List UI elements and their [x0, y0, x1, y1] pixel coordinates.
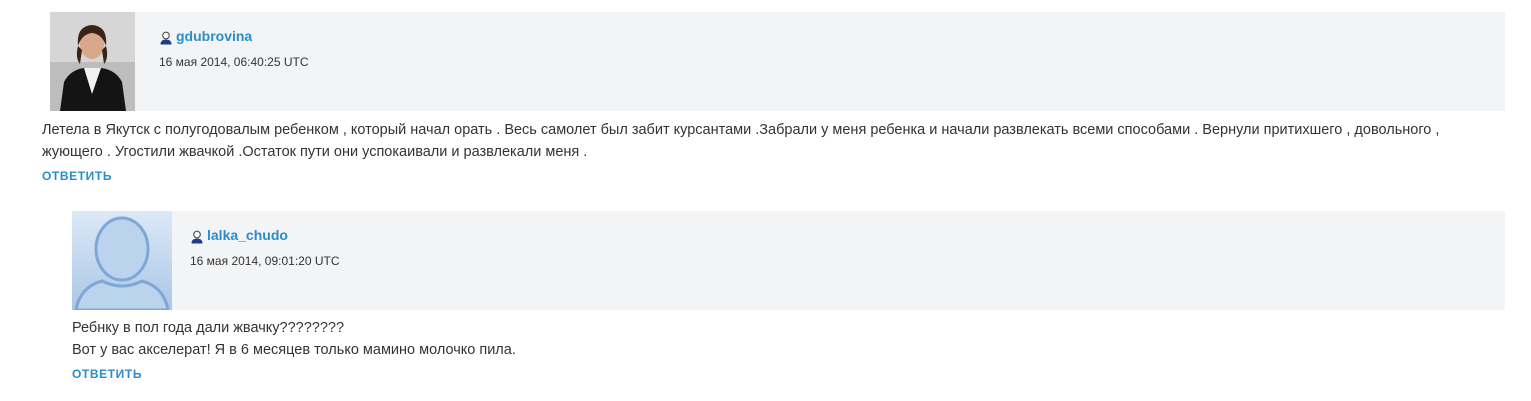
comment: gdubrovina 16 мая 2014, 06:40:25 UTC Лет… [42, 12, 1505, 185]
reply-button[interactable]: ОТВЕТИТЬ [42, 169, 112, 183]
comment-header: lalka_chudo 16 мая 2014, 09:01:20 UTC [72, 211, 1505, 310]
comment-meta: lalka_chudo 16 мая 2014, 09:01:20 UTC [190, 226, 340, 268]
username-link[interactable]: gdubrovina [176, 28, 252, 44]
comment-text-line: Ребнку в пол года дали жвачку???????? [72, 320, 345, 336]
comment-reply: lalka_chudo 16 мая 2014, 09:01:20 UTC Ре… [72, 211, 1505, 383]
user-row: gdubrovina [159, 27, 309, 45]
timestamp: 16 мая 2014, 06:40:25 UTC [159, 55, 309, 69]
default-avatar-icon [72, 211, 172, 310]
avatar-photo [50, 12, 135, 111]
comment-text: Ребнку в пол года дали жвачку???????? Во… [72, 317, 1505, 361]
user-row: lalka_chudo [190, 226, 340, 244]
comment-header: gdubrovina 16 мая 2014, 06:40:25 UTC [50, 12, 1505, 111]
avatar[interactable] [72, 211, 172, 310]
avatar[interactable] [50, 12, 135, 111]
user-icon [191, 230, 203, 243]
reply-button[interactable]: ОТВЕТИТЬ [72, 367, 142, 381]
comment-text: Летела в Якутск с полугодовалым ребенком… [42, 122, 1440, 160]
user-icon [160, 31, 172, 44]
username-link[interactable]: lalka_chudo [207, 227, 288, 243]
timestamp: 16 мая 2014, 09:01:20 UTC [190, 254, 340, 268]
comment-meta: gdubrovina 16 мая 2014, 06:40:25 UTC [159, 27, 309, 69]
comment-text-line: Вот у вас акселерат! Я в 6 месяцев тольк… [72, 342, 516, 358]
